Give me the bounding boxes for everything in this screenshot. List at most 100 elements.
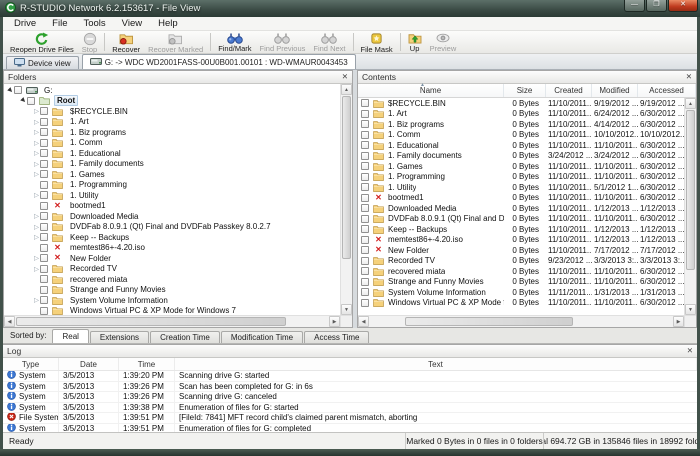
menu-item-help[interactable]: Help <box>150 17 186 30</box>
table-row[interactable]: ✕memtest86+-4.20.iso0 Bytes11/10/2011...… <box>358 235 684 246</box>
sort-tab-access-time[interactable]: Access Time <box>304 331 369 343</box>
checkbox[interactable] <box>40 107 48 115</box>
menu-item-file[interactable]: File <box>44 17 75 30</box>
column-header-size[interactable]: Size <box>504 84 546 97</box>
sort-tab-creation-time[interactable]: Creation Time <box>150 331 220 343</box>
table-row[interactable]: $RECYCLE.BIN0 Bytes11/10/2011...9/19/201… <box>358 98 684 109</box>
checkbox[interactable] <box>361 278 369 286</box>
tree-item-1-games[interactable]: ▷1. Games <box>4 169 340 180</box>
tree-item-downloaded-media[interactable]: ▷Downloaded Media <box>4 211 340 222</box>
checkbox[interactable] <box>40 139 48 147</box>
checkbox[interactable] <box>40 212 48 220</box>
checkbox[interactable] <box>361 299 369 307</box>
expander-collapsed-icon[interactable]: ▷ <box>33 128 40 136</box>
table-row[interactable]: recovered miata0 Bytes11/10/2011...11/10… <box>358 266 684 277</box>
table-row[interactable]: 1. Educational0 Bytes11/10/2011...11/10/… <box>358 140 684 151</box>
checkbox[interactable] <box>361 225 369 233</box>
folders-vertical-scrollbar[interactable]: ▲ ▼ <box>340 84 352 315</box>
contents-vertical-scrollbar[interactable]: ▲ ▼ <box>684 98 696 315</box>
tree-item-1-utility[interactable]: ▷1. Utility <box>4 190 340 201</box>
contents-horizontal-scrollbar[interactable]: ◀ ▶ <box>358 315 684 327</box>
checkbox[interactable] <box>361 215 369 223</box>
tree-item-1-biz-programs[interactable]: ▷1. Biz programs <box>4 127 340 138</box>
tree-item-strange-and-funny-movies[interactable]: Strange and Funny Movies <box>4 285 340 296</box>
sort-tab-modification-time[interactable]: Modification Time <box>221 331 303 343</box>
expander-collapsed-icon[interactable]: ▷ <box>33 212 40 220</box>
expander-collapsed-icon[interactable]: ▷ <box>33 191 40 199</box>
expander-collapsed-icon[interactable]: ▷ <box>33 118 40 126</box>
checkbox[interactable] <box>40 128 48 136</box>
maximize-button[interactable]: ❐ <box>646 0 667 12</box>
log-row[interactable]: System3/5/20131:39:20 PMScanning drive G… <box>3 371 697 382</box>
log-column-header-type[interactable]: Type <box>3 358 59 370</box>
expander-collapsed-icon[interactable]: ▷ <box>33 139 40 147</box>
expander-collapsed-icon[interactable]: ▷ <box>33 107 40 115</box>
tree-item-1-programming[interactable]: 1. Programming <box>4 180 340 191</box>
tree-item-1-comm[interactable]: ▷1. Comm <box>4 138 340 149</box>
sort-tab-real[interactable]: Real <box>52 329 88 343</box>
scroll-thumb[interactable] <box>405 317 572 326</box>
tree-item-recycle-bin[interactable]: ▷$RECYCLE.BIN <box>4 106 340 117</box>
file-mask-button[interactable]: File Mask <box>357 31 397 53</box>
checkbox[interactable] <box>40 191 48 199</box>
checkbox[interactable] <box>40 286 48 294</box>
table-row[interactable]: Strange and Funny Movies0 Bytes11/10/201… <box>358 277 684 288</box>
table-row[interactable]: Downloaded Media0 Bytes11/10/2011...1/12… <box>358 203 684 214</box>
checkbox[interactable] <box>40 233 48 241</box>
checkbox[interactable] <box>361 120 369 128</box>
checkbox[interactable] <box>361 162 369 170</box>
checkbox[interactable] <box>40 265 48 273</box>
log-column-header-date[interactable]: Date <box>59 358 119 370</box>
scroll-left-icon[interactable]: ◀ <box>4 316 15 327</box>
tree-item-recovered-miata[interactable]: recovered miata <box>4 274 340 285</box>
scroll-right-icon[interactable]: ▶ <box>329 316 340 327</box>
column-header-modified[interactable]: Modified <box>592 84 638 97</box>
tab-device-view[interactable]: Device view <box>6 56 79 69</box>
tree-item-1-family-documents[interactable]: ▷1. Family documents <box>4 159 340 170</box>
tree-item-recorded-tv[interactable]: ▷Recorded TV <box>4 264 340 275</box>
checkbox[interactable] <box>361 267 369 275</box>
folders-horizontal-scrollbar[interactable]: ◀ ▶ <box>4 315 340 327</box>
scroll-thumb[interactable] <box>16 317 286 326</box>
checkbox[interactable] <box>361 288 369 296</box>
checkbox[interactable] <box>361 99 369 107</box>
checkbox[interactable] <box>361 194 369 202</box>
scroll-thumb[interactable] <box>342 96 351 259</box>
checkbox[interactable] <box>40 296 48 304</box>
log-column-header-time[interactable]: Time <box>119 358 175 370</box>
tree-item-1-art[interactable]: ▷1. Art <box>4 117 340 128</box>
tree-item-1-educational[interactable]: ▷1. Educational <box>4 148 340 159</box>
checkbox[interactable] <box>40 254 48 262</box>
checkbox[interactable] <box>40 149 48 157</box>
up-button[interactable]: Up <box>404 31 426 53</box>
checkbox[interactable] <box>40 275 48 283</box>
close-button[interactable]: ✕ <box>668 0 698 12</box>
contents-close-icon[interactable]: ✕ <box>686 73 692 81</box>
checkbox[interactable] <box>361 152 369 160</box>
checkbox[interactable] <box>361 257 369 265</box>
checkbox[interactable] <box>40 223 48 231</box>
table-row[interactable]: DVDFab 8.0.9.1 (Qt) Final and DVDFab Pas… <box>358 214 684 225</box>
column-header-name[interactable]: Name <box>358 84 504 97</box>
scroll-down-icon[interactable]: ▼ <box>685 304 696 315</box>
checkbox[interactable] <box>40 244 48 252</box>
menu-item-tools[interactable]: Tools <box>75 17 113 30</box>
scroll-left-icon[interactable]: ◀ <box>358 316 369 327</box>
menu-item-view[interactable]: View <box>114 17 150 30</box>
table-row[interactable]: 1. Programming0 Bytes11/10/2011...11/10/… <box>358 172 684 183</box>
log-column-header-text[interactable]: Text <box>175 358 697 370</box>
tree-item-windows-virtual-pc-xp-mode-for-windows-7[interactable]: Windows Virtual PC & XP Mode for Windows… <box>4 306 340 316</box>
reopen-drive-files-button[interactable]: Reopen Drive Files <box>6 31 78 53</box>
expander-collapsed-icon[interactable]: ▷ <box>33 223 40 231</box>
table-row[interactable]: 1. Art0 Bytes11/10/2011...6/24/2012 ...6… <box>358 109 684 120</box>
menu-item-drive[interactable]: Drive <box>6 17 44 30</box>
table-row[interactable]: Keep -- Backups0 Bytes11/10/2011...1/12/… <box>358 224 684 235</box>
recover-button[interactable]: Recover <box>108 31 144 53</box>
checkbox[interactable] <box>361 141 369 149</box>
expander-collapsed-icon[interactable]: ▷ <box>33 233 40 241</box>
log-row[interactable]: System3/5/20131:39:51 PMEnumeration of f… <box>3 424 697 433</box>
scroll-right-icon[interactable]: ▶ <box>673 316 684 327</box>
expander-collapsed-icon[interactable]: ▷ <box>33 149 40 157</box>
table-row[interactable]: Recorded TV0 Bytes9/23/2012 ...3/3/2013 … <box>358 256 684 267</box>
scroll-up-icon[interactable]: ▲ <box>685 98 696 109</box>
